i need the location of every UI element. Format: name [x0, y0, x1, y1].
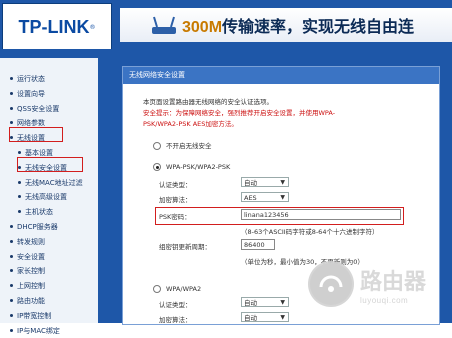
- watermark-logo-icon: [308, 261, 354, 307]
- sidebar-item-bandwidth[interactable]: IP带宽控制: [4, 309, 98, 324]
- logo-registered-mark: ®: [89, 23, 96, 31]
- chevron-down-icon: ▼: [280, 314, 285, 321]
- sidebar: 运行状态 设置向导 QSS安全设置 网络参数 无线设置 基本设置 无线安全设置 …: [0, 58, 101, 335]
- sidebar-item-label: IP与MAC绑定: [17, 326, 60, 335]
- wireless-router-icon: [146, 11, 182, 39]
- sidebar-item-label: DHCP服务器: [17, 222, 58, 231]
- sidebar-item-wizard[interactable]: 设置向导: [4, 87, 98, 102]
- sidebar-item-label: 设置向导: [17, 89, 45, 98]
- sidebar-item-label: 运行状态: [17, 75, 45, 83]
- panel-title: 无线网络安全设置: [123, 67, 439, 84]
- auth-type-label: 认证类型：: [159, 181, 192, 189]
- sidebar-item-parental[interactable]: 家长控制: [4, 264, 98, 279]
- option-disable-security[interactable]: 不开启无线安全: [153, 140, 212, 150]
- bullet-icon: [18, 195, 21, 199]
- logo-text: TP-LINK: [18, 16, 90, 37]
- auth-type-select-2[interactable]: 自动 ▼: [241, 297, 289, 307]
- select-value: AES: [244, 194, 257, 202]
- select-value: 自动: [244, 179, 257, 187]
- sidebar-item-label: 无线高级设置: [25, 193, 67, 202]
- bullet-icon: [10, 298, 13, 302]
- sidebar-item-routing[interactable]: 路由功能: [4, 294, 98, 309]
- group-key-input[interactable]: 86400: [241, 239, 275, 250]
- intro-text: 本页面设置路由器无线网络的安全认证选项。: [143, 98, 273, 106]
- sidebar-item-label: 无线MAC地址过滤: [25, 178, 83, 187]
- sidebar-item-wireless-mac-filter[interactable]: 无线MAC地址过滤: [4, 176, 98, 191]
- watermark-url: luyouqi.com: [360, 295, 409, 305]
- bullet-icon: [18, 210, 21, 214]
- option-wpa[interactable]: WPA/WPA2: [153, 285, 201, 293]
- sidebar-item-label: 基本设置: [25, 148, 53, 157]
- security-warning-line2: PSK/WPA2-PSK AES加密方法。: [143, 120, 238, 128]
- highlight-wireless-security: [17, 157, 83, 172]
- watermark-title: 路由器: [360, 268, 427, 294]
- banner-text: 传输速率，实现无线自由连: [222, 19, 415, 36]
- chevron-down-icon: ▼: [280, 299, 285, 306]
- sidebar-item-label: 主机状态: [25, 208, 53, 217]
- sidebar-item-host-status[interactable]: 主机状态: [4, 205, 98, 220]
- bullet-icon: [10, 328, 13, 332]
- bullet-icon: [10, 121, 13, 125]
- sidebar-item-forwarding[interactable]: 转发规则: [4, 235, 98, 250]
- bullet-icon: [10, 269, 13, 273]
- sidebar-item-label: IP带宽控制: [17, 311, 52, 320]
- security-warning-line1: 安全提示：为保障网络安全，强烈推荐开启安全设置，并使用WPA-: [143, 109, 336, 117]
- bullet-icon: [18, 150, 21, 154]
- radio-button[interactable]: [153, 142, 161, 150]
- sidebar-item-label: 上网控制: [17, 282, 45, 291]
- sidebar-item-ip-mac-binding[interactable]: IP与MAC绑定: [4, 324, 98, 338]
- sidebar-item-label: 路由功能: [17, 296, 45, 305]
- auth-type-select[interactable]: 自动 ▼: [241, 177, 289, 187]
- sidebar-item-status[interactable]: 运行状态: [4, 72, 98, 87]
- chevron-down-icon: ▼: [280, 179, 285, 186]
- group-key-label: 组密钥更新周期：: [159, 243, 211, 251]
- bullet-icon: [10, 239, 13, 243]
- option-label: 不开启无线安全: [166, 142, 212, 150]
- radio-button-selected[interactable]: [153, 163, 161, 171]
- bullet-icon: [10, 284, 13, 288]
- bullet-icon: [10, 224, 13, 228]
- chevron-down-icon: ▼: [280, 194, 285, 201]
- sidebar-item-label: QSS安全设置: [17, 104, 60, 113]
- option-label: WPA-PSK/WPA2-PSK: [166, 163, 231, 171]
- bullet-icon: [10, 313, 13, 317]
- sidebar-item-dhcp[interactable]: DHCP服务器: [4, 220, 98, 235]
- bullet-icon: [18, 180, 21, 184]
- watermark-text: 路由器 luyouqi.com: [360, 264, 426, 305]
- sidebar-item-qss[interactable]: QSS安全设置: [4, 102, 98, 117]
- select-value: 自动: [244, 314, 257, 322]
- bullet-icon: [10, 254, 13, 258]
- banner-speed: 300M: [182, 19, 223, 36]
- bullet-icon: [10, 106, 13, 110]
- psk-password-input[interactable]: linana123456: [241, 209, 401, 220]
- sidebar-item-label: 转发规则: [17, 237, 45, 246]
- sidebar-item-label: 安全设置: [17, 252, 45, 261]
- bullet-icon: [10, 91, 13, 95]
- sidebar-nav: 运行状态 设置向导 QSS安全设置 网络参数 无线设置 基本设置 无线安全设置 …: [0, 58, 98, 338]
- sidebar-item-access-control[interactable]: 上网控制: [4, 279, 98, 294]
- encryption-select-2[interactable]: 自动 ▼: [241, 312, 289, 322]
- encryption-select[interactable]: AES ▼: [241, 192, 289, 202]
- top-banner: 300M传输速率，实现无线自由连: [120, 8, 452, 42]
- option-label: WPA/WPA2: [166, 285, 202, 293]
- highlight-wireless-settings: [9, 127, 63, 142]
- psk-password-label: PSK密码：: [159, 213, 191, 221]
- radio-button[interactable]: [153, 285, 161, 293]
- sidebar-item-wireless-advanced[interactable]: 无线高级设置: [4, 190, 98, 205]
- option-wpa-psk[interactable]: WPA-PSK/WPA2-PSK: [153, 163, 230, 171]
- header-strip: [0, 49, 452, 58]
- banner-slogan: 300M传输速率，实现无线自由连: [182, 13, 414, 37]
- site-watermark: 路由器 luyouqi.com: [308, 256, 448, 312]
- auth-type-label-2: 认证类型：: [159, 301, 192, 309]
- bullet-icon: [10, 77, 13, 80]
- encryption-label: 加密算法：: [159, 196, 192, 204]
- sidebar-item-security[interactable]: 安全设置: [4, 250, 98, 265]
- select-value: 自动: [244, 299, 257, 307]
- psk-hint: （8-63个ASCII码字符或8-64个十六进制字符）: [241, 228, 379, 236]
- brand-logo: TP-LINK ®: [2, 3, 112, 51]
- sidebar-item-label: 家长控制: [17, 267, 45, 276]
